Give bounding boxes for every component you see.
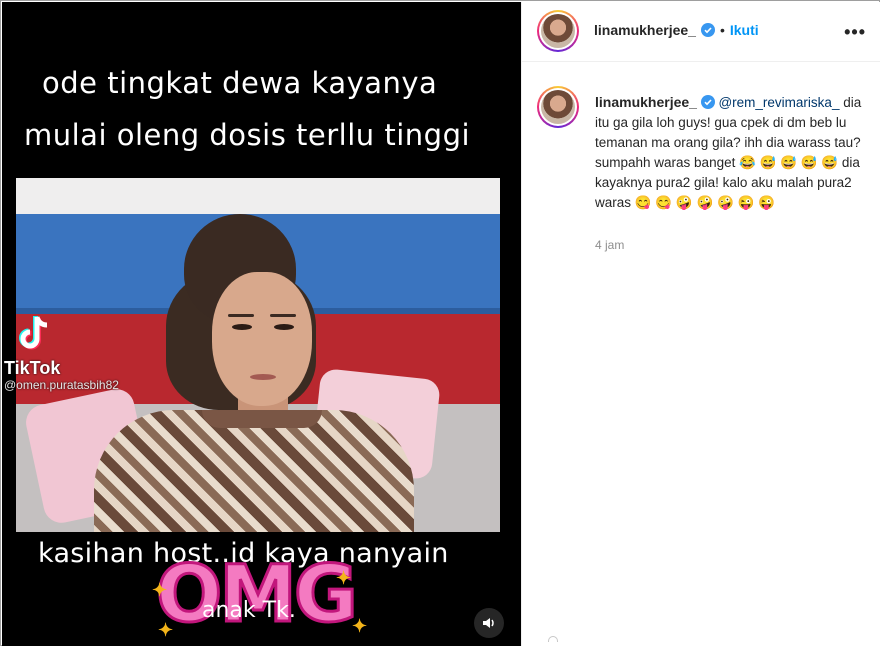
sparkle-icon: ✦ (158, 620, 174, 640)
brow-right (270, 314, 296, 317)
avatar-image (541, 90, 575, 124)
avatar-image (541, 14, 575, 48)
video-caption-bottom-2: anak Tk. (202, 598, 296, 623)
person-face (212, 272, 312, 406)
post-modal: ode tingkat dewa kayanya mulai oleng dos… (0, 0, 880, 646)
comment-timestamp[interactable]: 4 jam (595, 238, 624, 252)
studio-ceiling (16, 178, 500, 214)
header-username[interactable]: linamukherjee_ (594, 22, 696, 38)
sparkle-icon: ✦ (352, 616, 368, 636)
comment-username[interactable]: linamukherjee_ (595, 94, 697, 110)
post-header: linamukherjee_ • Ikuti ••• (522, 2, 880, 62)
sound-icon (483, 618, 494, 628)
post-sidebar: linamukherjee_ • Ikuti ••• linamukherjee… (521, 2, 880, 646)
more-options-icon[interactable]: ••• (844, 22, 866, 43)
omg-sticker-text: OMG (155, 549, 360, 642)
verified-badge-icon (700, 23, 715, 37)
avatar[interactable] (537, 10, 579, 52)
tiktok-handle: @omen.puratasbih82 (4, 378, 119, 392)
post-media[interactable]: ode tingkat dewa kayanya mulai oleng dos… (2, 2, 521, 646)
video-caption-line-2: mulai oleng dosis terllu tinggi (24, 118, 471, 152)
avatar-ring (539, 12, 577, 50)
avatar-ring (539, 88, 577, 126)
person-dress (94, 410, 414, 532)
header-user-row: linamukherjee_ • Ikuti (594, 22, 759, 38)
verified-badge-icon (700, 95, 715, 109)
avatar[interactable] (537, 86, 579, 128)
comment-mention-link[interactable]: @rem_revimariska_ (718, 95, 839, 110)
tiktok-brand: TikTok (4, 358, 61, 378)
sparkle-icon: ✦ (336, 568, 352, 588)
comment-text: dia itu ga gila loh guys! gua cpek di dm… (595, 95, 862, 210)
sound-toggle-button[interactable] (474, 608, 504, 638)
scroll-indicator (548, 636, 558, 642)
separator-dot: • (719, 22, 725, 38)
sparkle-icon: ✦ (152, 580, 168, 600)
video-caption-line-1: ode tingkat dewa kayanya (42, 66, 438, 100)
follow-button[interactable]: Ikuti (730, 22, 759, 38)
person-collar (202, 410, 322, 428)
mouth (250, 374, 276, 380)
comment-body: linamukherjee_ @rem_revimariska_ dia itu… (595, 92, 863, 213)
eye-left (232, 324, 252, 330)
video-frame (16, 178, 500, 532)
brow-left (228, 314, 254, 317)
tiktok-logo-icon (19, 316, 48, 350)
eye-right (274, 324, 294, 330)
